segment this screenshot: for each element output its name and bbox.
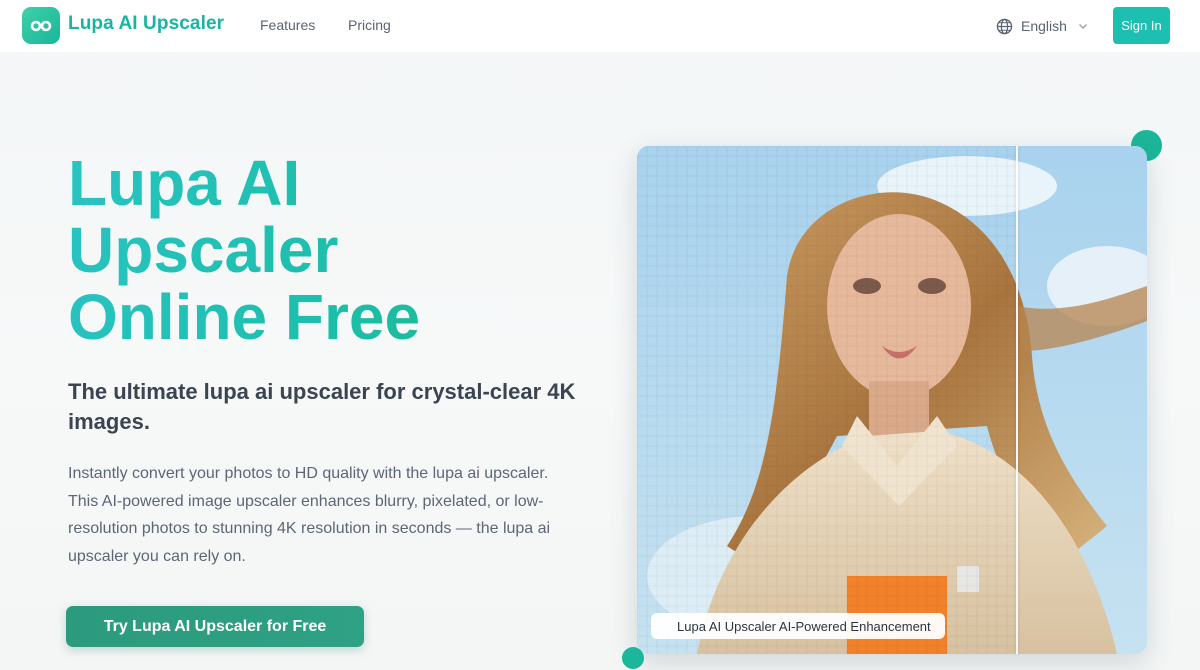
hero-subtitle: The ultimate lupa ai upscaler for crysta… bbox=[68, 379, 576, 434]
chevron-down-icon bbox=[1078, 24, 1087, 29]
nav-features[interactable]: Features bbox=[260, 17, 315, 33]
hero-description: Instantly convert your photos to HD qual… bbox=[68, 465, 551, 565]
logo-icon[interactable] bbox=[22, 7, 60, 44]
hero-title-line-3: Online Free bbox=[68, 281, 421, 353]
sign-in-button[interactable]: Sign In bbox=[1113, 7, 1170, 44]
hero-title: Lupa AI Upscaler Online Free bbox=[68, 150, 588, 351]
comparison-image[interactable]: Lupa AI Upscaler AI-Powered Enhancement bbox=[637, 146, 1147, 654]
hero-title-line-2: Upscaler bbox=[68, 214, 339, 286]
comparison-caption: Lupa AI Upscaler AI-Powered Enhancement bbox=[651, 613, 945, 639]
try-free-button[interactable]: Try Lupa AI Upscaler for Free bbox=[66, 606, 364, 647]
infinity-icon bbox=[30, 20, 52, 31]
decorative-dot bbox=[622, 647, 644, 669]
portrait-illustration bbox=[637, 146, 1147, 654]
brand-name[interactable]: Lupa AI Upscaler bbox=[68, 13, 224, 35]
nav-pricing[interactable]: Pricing bbox=[348, 17, 391, 33]
comparison-divider-handle[interactable] bbox=[1016, 146, 1018, 654]
language-selector[interactable]: English bbox=[996, 15, 1089, 37]
globe-icon bbox=[996, 18, 1013, 34]
hero-title-line-1: Lupa AI bbox=[68, 147, 301, 219]
language-label: English bbox=[1021, 18, 1067, 34]
site-header: Lupa AI Upscaler Features Pricing Englis… bbox=[0, 0, 1200, 52]
